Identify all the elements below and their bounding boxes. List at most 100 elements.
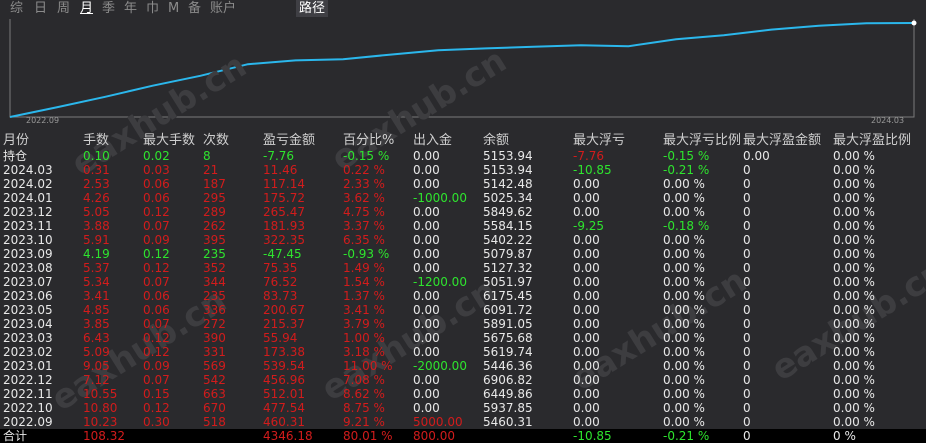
- tab-weekly[interactable]: 周: [57, 0, 70, 17]
- cell-percent: -0.15 %: [343, 149, 390, 163]
- cell-max-lots: 0.07: [143, 219, 170, 233]
- header-lots[interactable]: 手数: [83, 133, 109, 149]
- cell-max-drawdown: 0.00: [573, 401, 600, 415]
- header-max-profit-pct[interactable]: 最大浮盈比例: [833, 133, 911, 149]
- table-row[interactable]: 2022.11 10.55 0.15 663 512.01 8.62 % 0.00 6449.…: [0, 387, 926, 401]
- cell-balance: 5619.74: [483, 345, 533, 359]
- cell-flow: -1200.00: [413, 275, 467, 289]
- header-max-profit[interactable]: 最大浮盈金额: [743, 133, 821, 149]
- table-row[interactable]: 2022.12 7.12 0.07 542 456.96 7.08 % 0.00 6906.8…: [0, 373, 926, 387]
- cell-max-drawdown: 0.00: [573, 191, 600, 205]
- cell-max-profit-pct: 0.00 %: [833, 289, 875, 303]
- cell-lots: 5.09: [83, 345, 110, 359]
- table-row[interactable]: 2023.04 3.85 0.07 272 215.37 3.79 % 0.00 5891.0…: [0, 317, 926, 331]
- table-row[interactable]: 2023.03 6.43 0.12 390 55.94 1.00 % 0.00 5675.68…: [0, 331, 926, 345]
- table-row[interactable]: 持仓 0.10 0.02 8 -7.76 -0.15 % 0.00 5153.94 -7.76 -…: [0, 149, 926, 163]
- header-max-drawdown[interactable]: 最大浮亏: [573, 133, 625, 149]
- cell-flow: -1000.00: [413, 191, 467, 205]
- cell-flow: 0.00: [413, 373, 440, 387]
- header-flow[interactable]: 出入金: [413, 133, 452, 149]
- table-row[interactable]: 2023.09 4.19 0.12 235 -47.45 -0.93 % 0.00 5079.…: [0, 247, 926, 261]
- table-row[interactable]: 2023.06 3.41 0.06 235 83.73 1.37 % 0.00 6175.45…: [0, 289, 926, 303]
- cell-lots: 0.10: [83, 149, 110, 163]
- cell-max-lots: 0.06: [143, 289, 170, 303]
- cell-pnl: 477.54: [263, 401, 305, 415]
- header-max-drawdown-pct[interactable]: 最大浮亏比例: [663, 133, 741, 149]
- tab-quarterly[interactable]: 季: [102, 0, 115, 17]
- table-row[interactable]: 2023.08 5.37 0.12 352 75.35 1.49 % 0.00 5127.32…: [0, 261, 926, 275]
- total-flow: 800.00: [413, 429, 455, 443]
- table-row[interactable]: 2023.12 5.05 0.12 289 265.47 4.75 % 0.00 5849.6…: [0, 205, 926, 219]
- cell-max-drawdown: 0.00: [573, 345, 600, 359]
- table-row[interactable]: 2023.01 9.05 0.09 569 539.54 11.00 % -2000.00 5…: [0, 359, 926, 373]
- cell-percent: 3.37 %: [343, 219, 385, 233]
- cell-max-drawdown-pct: 0.00 %: [663, 233, 705, 247]
- table-row[interactable]: 2023.10 5.91 0.09 395 322.35 6.35 % 0.00 5402.2…: [0, 233, 926, 247]
- cell-flow: 0.00: [413, 331, 440, 345]
- header-percent[interactable]: 百分比%: [343, 133, 394, 149]
- cell-max-lots: 0.15: [143, 387, 170, 401]
- tab-daily[interactable]: 日: [34, 0, 47, 17]
- cell-pnl: 200.67: [263, 303, 305, 317]
- x-tick-end: 2024.03: [871, 116, 905, 125]
- table-row[interactable]: 2023.05 4.85 0.06 336 200.67 3.41 % 0.00 6091.7…: [0, 303, 926, 317]
- cell-flow: 0.00: [413, 163, 440, 177]
- cell-percent: 2.33 %: [343, 177, 385, 191]
- tab-path[interactable]: 路径: [296, 0, 329, 17]
- cell-max-profit-pct: 0.00 %: [833, 219, 875, 233]
- tab-monthly[interactable]: 月: [80, 0, 93, 17]
- cell-count: 344: [203, 275, 226, 289]
- tab-account[interactable]: 账户: [210, 0, 236, 17]
- table-row[interactable]: 2022.10 10.80 0.12 670 477.54 8.75 % 0.00 5937.…: [0, 401, 926, 415]
- cell-pnl: -47.45: [263, 247, 302, 261]
- cell-month: 2024.03: [3, 163, 53, 177]
- tab-magic[interactable]: M: [168, 0, 179, 17]
- cell-max-profit-pct: 0.00 %: [833, 373, 875, 387]
- header-count[interactable]: 次数: [203, 133, 229, 149]
- table-row[interactable]: 2022.09 10.23 0.30 518 460.31 9.21 % 5000.00 54…: [0, 415, 926, 429]
- cell-max-profit-pct: 0.00 %: [833, 331, 875, 345]
- tab-summary[interactable]: 综: [10, 0, 23, 17]
- table-row[interactable]: 2024.02 2.53 0.06 187 117.14 2.33 % 0.00 5142.4…: [0, 177, 926, 191]
- cell-max-drawdown: 0.00: [573, 373, 600, 387]
- cell-max-lots: 0.12: [143, 401, 170, 415]
- cell-flow: 0.00: [413, 149, 440, 163]
- cell-max-profit-pct: 0.00 %: [833, 415, 875, 429]
- header-balance[interactable]: 余额: [483, 133, 509, 149]
- cell-month: 2022.10: [3, 401, 53, 415]
- table-row[interactable]: 2024.03 0.31 0.03 21 11.46 0.22 % 0.00 5153.94 -…: [0, 163, 926, 177]
- total-max-drawdown: -10.85: [573, 429, 612, 443]
- tab-symbol[interactable]: 巾: [146, 0, 159, 17]
- cell-max-profit: 0: [743, 289, 751, 303]
- cell-count: 21: [203, 163, 219, 177]
- cell-percent: 9.21 %: [343, 415, 385, 429]
- cell-max-profit: 0: [743, 373, 751, 387]
- cell-balance: 6906.82: [483, 373, 533, 387]
- table-row[interactable]: 2023.07 5.34 0.07 344 76.52 1.54 % -1200.00 505…: [0, 275, 926, 289]
- cell-lots: 3.85: [83, 317, 110, 331]
- table-row[interactable]: 2024.01 4.26 0.06 295 175.72 3.62 % -1000.00 50…: [0, 191, 926, 205]
- cell-flow: 0.00: [413, 247, 440, 261]
- cell-pnl: 173.38: [263, 345, 305, 359]
- cell-max-drawdown: 0.00: [573, 415, 600, 429]
- cell-max-drawdown-pct: 0.00 %: [663, 177, 705, 191]
- cell-count: 235: [203, 289, 226, 303]
- cell-max-profit-pct: 0.00 %: [833, 205, 875, 219]
- cell-pnl: 75.35: [263, 261, 298, 275]
- cell-count: 352: [203, 261, 226, 275]
- header-month[interactable]: 月份: [3, 133, 29, 149]
- header-max-lots[interactable]: 最大手数: [143, 133, 195, 149]
- cell-max-profit-pct: 0.00 %: [833, 247, 875, 261]
- table-row[interactable]: 2023.02 5.09 0.12 331 173.38 3.18 % 0.00 5619.7…: [0, 345, 926, 359]
- cell-max-profit: 0: [743, 345, 751, 359]
- table-row[interactable]: 2023.11 3.88 0.07 262 181.93 3.37 % 0.00 5584.1…: [0, 219, 926, 233]
- header-pnl[interactable]: 盈亏金额: [263, 133, 315, 149]
- total-label: 合计: [3, 429, 28, 443]
- tab-yearly[interactable]: 年: [124, 0, 137, 17]
- cell-balance: 5849.62: [483, 205, 533, 219]
- cell-flow: 0.00: [413, 345, 440, 359]
- cell-max-profit: 0: [743, 359, 751, 373]
- tab-note[interactable]: 备: [188, 0, 201, 17]
- cell-balance: 6449.86: [483, 387, 533, 401]
- cell-count: 670: [203, 401, 226, 415]
